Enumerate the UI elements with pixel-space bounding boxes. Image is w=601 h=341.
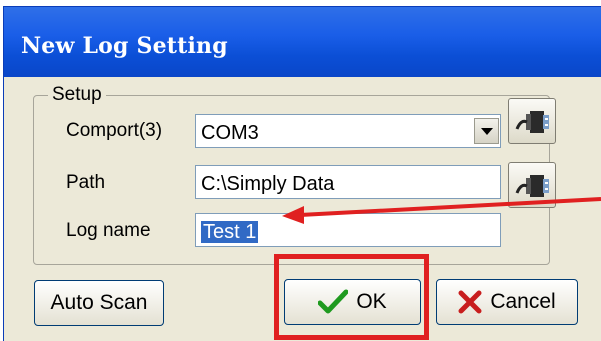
annotation-arrow-icon — [282, 197, 601, 224]
